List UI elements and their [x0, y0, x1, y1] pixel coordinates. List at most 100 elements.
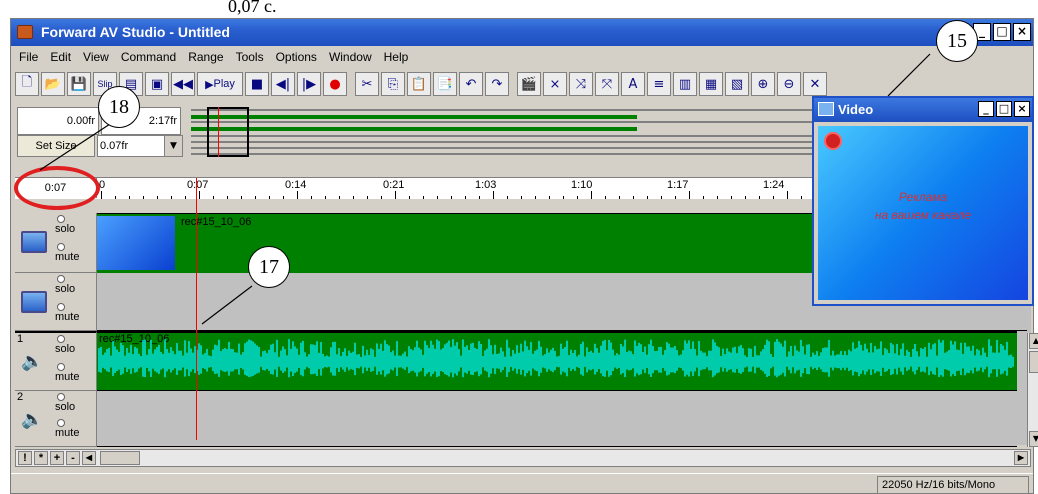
- close-button[interactable]: ×: [1013, 23, 1031, 41]
- video-track-1-lane[interactable]: rec#15_10_06: [97, 213, 827, 273]
- rewind-icon: ◀◀: [173, 76, 193, 92]
- ruler-tick: [269, 196, 270, 199]
- film-button[interactable]: ▦: [699, 72, 723, 96]
- toolbar: 🗋 📂 💾 Slip ▤ ▣ ◀◀ ▶ Play ■ ◀| |▶ ● ✂ ⎘ 📋 …: [15, 69, 1025, 99]
- set-size-button[interactable]: Set Size: [17, 135, 95, 157]
- scroll-thumb[interactable]: [1029, 351, 1038, 373]
- clock-icon: [824, 132, 842, 150]
- audio-clip[interactable]: rec#15_10_06: [97, 331, 1017, 391]
- monitor-button[interactable]: ▣: [145, 72, 169, 96]
- solo-toggle[interactable]: solo: [55, 335, 95, 363]
- zoom-plus-button[interactable]: +: [50, 451, 64, 465]
- copy-button[interactable]: ⎘: [381, 72, 405, 96]
- wand-icon: ✕: [809, 76, 821, 92]
- scroll-down-icon[interactable]: ▼: [1029, 431, 1038, 447]
- scroll-right-icon[interactable]: ▶: [1014, 451, 1028, 465]
- film-icon: ▦: [704, 76, 718, 92]
- overview-playhead: [218, 107, 219, 157]
- transition-button[interactable]: ⤨: [569, 72, 593, 96]
- overview-viewport[interactable]: [207, 107, 249, 157]
- save-button[interactable]: 💾: [67, 72, 91, 96]
- horizontal-scrollbar[interactable]: ! * + - ◀ ▶: [15, 449, 1031, 467]
- menu-edit[interactable]: Edit: [44, 50, 77, 64]
- menu-range[interactable]: Range: [182, 50, 229, 64]
- stop-button[interactable]: ■: [245, 72, 269, 96]
- record-button[interactable]: ●: [323, 72, 347, 96]
- video-clip[interactable]: rec#15_10_06: [97, 213, 827, 273]
- rewind-button[interactable]: ◀◀: [171, 72, 195, 96]
- menu-tools[interactable]: Tools: [230, 50, 270, 64]
- clapper-button[interactable]: 🎬: [517, 72, 541, 96]
- maximize-button[interactable]: □: [993, 23, 1011, 41]
- cut-button[interactable]: ✂: [355, 72, 379, 96]
- menu-view[interactable]: View: [77, 50, 115, 64]
- video-preview-window: Video _ □ × Реклама на вашем канале: [812, 96, 1034, 306]
- mute-toggle[interactable]: mute: [55, 419, 95, 447]
- ruler-tick: [605, 196, 606, 199]
- video-minimize-button[interactable]: _: [978, 101, 994, 117]
- zoom-in-icon: ⊕: [757, 76, 769, 92]
- mute-label: mute: [55, 371, 80, 383]
- video-close-button[interactable]: ×: [1014, 101, 1030, 117]
- titles-button[interactable]: ≡: [647, 72, 671, 96]
- menu-help[interactable]: Help: [378, 50, 415, 64]
- prev-frame-button[interactable]: ◀|: [271, 72, 295, 96]
- play-icon: ▶: [205, 78, 214, 91]
- audio-track-2-lane[interactable]: [97, 391, 1017, 447]
- track-number: 1: [17, 333, 24, 345]
- mute-toggle[interactable]: mute: [55, 303, 95, 331]
- monitor-icon: ▣: [150, 76, 164, 92]
- menu-command[interactable]: Command: [115, 50, 182, 64]
- mute-toggle[interactable]: mute: [55, 243, 95, 271]
- ruler-tick-label: 1:17: [667, 179, 689, 191]
- open-file-button[interactable]: 📂: [41, 72, 65, 96]
- paste-special-button[interactable]: 📑: [433, 72, 457, 96]
- effect-button[interactable]: ⨯: [543, 72, 567, 96]
- zoom-fit-button[interactable]: !: [18, 451, 32, 465]
- vertical-scrollbar[interactable]: ▲ ▼: [1027, 333, 1038, 447]
- ruler-tick: [339, 196, 340, 199]
- color-bars-button[interactable]: ▥: [673, 72, 697, 96]
- next-frame-button[interactable]: |▶: [297, 72, 321, 96]
- mute-toggle[interactable]: mute: [55, 363, 95, 391]
- radio-icon: [57, 363, 65, 371]
- overview-clip-bar: [191, 127, 637, 131]
- scroll-up-icon[interactable]: ▲: [1029, 333, 1038, 349]
- video-maximize-button[interactable]: □: [996, 101, 1012, 117]
- new-file-button[interactable]: 🗋: [15, 72, 39, 96]
- play-button[interactable]: ▶ Play: [197, 72, 243, 96]
- zoom-all-button[interactable]: *: [34, 451, 48, 465]
- redo-button[interactable]: ↷: [485, 72, 509, 96]
- window-title: Forward AV Studio - Untitled: [41, 24, 230, 40]
- h-scroll-thumb[interactable]: [100, 451, 140, 465]
- paste-button[interactable]: 📋: [407, 72, 431, 96]
- menu-window[interactable]: Window: [323, 50, 378, 64]
- zoom-out-button[interactable]: ⊖: [777, 72, 801, 96]
- duration-select[interactable]: 0.07fr ▼: [97, 135, 183, 157]
- menu-options[interactable]: Options: [270, 50, 323, 64]
- ruler-tick: [171, 196, 172, 199]
- layers-button[interactable]: ▧: [725, 72, 749, 96]
- playhead-cursor[interactable]: [196, 178, 197, 440]
- timeline-overview[interactable]: [191, 105, 831, 159]
- solo-toggle[interactable]: solo: [55, 215, 95, 243]
- ruler-tick: [423, 196, 424, 199]
- solo-toggle[interactable]: solo: [55, 275, 95, 303]
- chevron-down-icon[interactable]: ▼: [164, 136, 182, 156]
- tools-button[interactable]: ✕: [803, 72, 827, 96]
- layers-icon: ▧: [730, 76, 744, 92]
- menu-file[interactable]: File: [13, 50, 44, 64]
- undo-button[interactable]: ↶: [459, 72, 483, 96]
- zoom-in-button[interactable]: ⊕: [751, 72, 775, 96]
- solo-label: solo: [55, 343, 76, 355]
- text-button[interactable]: A: [621, 72, 645, 96]
- crossfade-button[interactable]: ⤧: [595, 72, 619, 96]
- solo-toggle[interactable]: solo: [55, 393, 95, 421]
- video-caption-line2: на вашем канале: [874, 208, 972, 222]
- scroll-left-icon[interactable]: ◀: [82, 451, 96, 465]
- zoom-minus-button[interactable]: -: [66, 451, 80, 465]
- ruler-tick: [577, 196, 578, 199]
- overview-line: [191, 135, 831, 137]
- start-time-field[interactable]: 0.00fr: [17, 107, 99, 135]
- stop-icon: ■: [250, 76, 264, 92]
